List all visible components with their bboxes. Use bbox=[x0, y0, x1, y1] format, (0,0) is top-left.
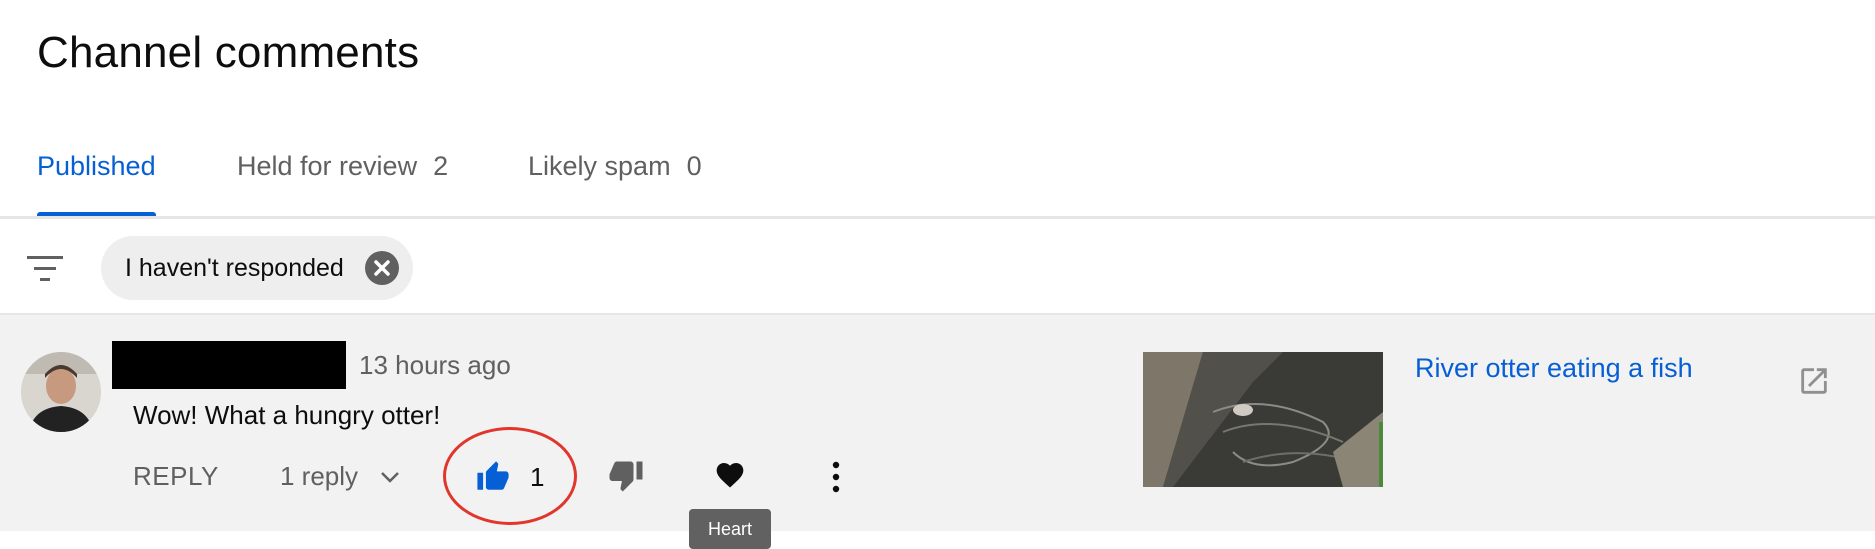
tab-likely-spam[interactable]: Likely spam 0 bbox=[528, 145, 702, 217]
tab-count: 0 bbox=[686, 151, 702, 181]
page-title: Channel comments bbox=[37, 28, 420, 77]
reply-button[interactable]: REPLY bbox=[133, 461, 219, 492]
like-count: 1 bbox=[530, 461, 545, 492]
filter-bar: I haven't responded bbox=[0, 219, 1875, 315]
tab-label: Likely spam bbox=[528, 151, 671, 181]
replies-toggle[interactable]: 1 reply bbox=[280, 461, 400, 492]
tab-label: Published bbox=[37, 151, 156, 181]
thumbs-down-icon[interactable] bbox=[607, 457, 645, 493]
chevron-down-icon bbox=[381, 471, 399, 483]
tab-bar: Published Held for review 2 Likely spam … bbox=[0, 145, 1875, 217]
more-options-icon[interactable] bbox=[826, 460, 846, 494]
avatar[interactable] bbox=[21, 352, 101, 432]
tab-count: 2 bbox=[433, 151, 449, 181]
tab-label: Held for review bbox=[237, 151, 418, 181]
video-thumbnail[interactable] bbox=[1143, 352, 1383, 487]
open-in-new-icon[interactable] bbox=[1797, 364, 1831, 398]
author-name-redacted bbox=[112, 341, 346, 389]
like-button[interactable]: 1 bbox=[474, 455, 564, 499]
comment-row: 13 hours ago Wow! What a hungry otter! R… bbox=[0, 315, 1875, 549]
thumbs-up-icon bbox=[477, 461, 509, 490]
filter-chip[interactable]: I haven't responded bbox=[101, 236, 413, 300]
tab-published[interactable]: Published bbox=[37, 145, 156, 217]
close-icon[interactable] bbox=[365, 251, 399, 285]
comment-timestamp[interactable]: 13 hours ago bbox=[359, 350, 511, 381]
heart-icon[interactable] bbox=[713, 459, 747, 491]
tab-held-for-review[interactable]: Held for review 2 bbox=[237, 145, 448, 217]
filter-chip-label: I haven't responded bbox=[125, 253, 344, 282]
heart-tooltip: Heart bbox=[689, 509, 771, 549]
filter-icon[interactable] bbox=[25, 254, 65, 284]
replies-count-label: 1 reply bbox=[280, 461, 359, 491]
comment-text: Wow! What a hungry otter! bbox=[133, 400, 441, 430]
video-title-link[interactable]: River otter eating a fish bbox=[1415, 353, 1693, 384]
